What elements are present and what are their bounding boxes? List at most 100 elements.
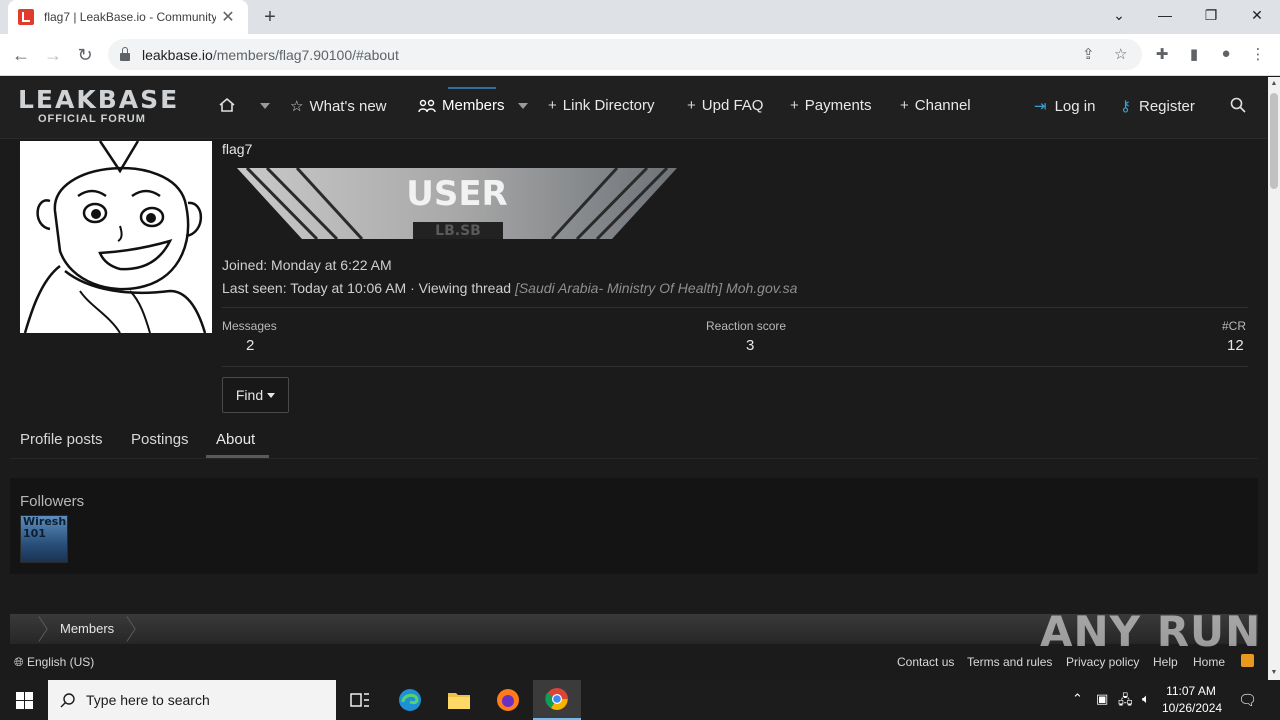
follower-avatar-text: Wiresh 101 (23, 515, 67, 540)
close-tab-icon[interactable]: ✕ (218, 7, 238, 27)
plus-icon: + (900, 97, 909, 114)
nav-payments[interactable]: + Payments (790, 97, 871, 114)
key-icon: ⚷ (1120, 98, 1131, 115)
user-title-banner: USER LB.SB (237, 166, 677, 241)
chrome-taskbar-button[interactable] (533, 680, 581, 720)
anyrun-watermark: ANY RUN (1040, 607, 1262, 656)
firefox-icon (497, 689, 519, 711)
footer-contact-us[interactable]: Contact us (897, 655, 954, 669)
url-text: leakbase.io/members/flag7.90100/#about (142, 46, 399, 63)
rss-icon[interactable] (1241, 654, 1254, 667)
nav-upd-faq[interactable]: + Upd FAQ (687, 97, 763, 114)
windows-logo-icon (15, 691, 33, 709)
new-tab-icon[interactable]: + (258, 6, 282, 30)
breadcrumb-members[interactable]: Members (60, 621, 114, 636)
plus-icon: + (687, 97, 696, 114)
browser-tab-strip: flag7 | LeakBase.io - Community ✕ + ⌄ — … (0, 0, 1280, 34)
site-search-button[interactable] (1230, 97, 1246, 113)
start-button[interactable] (0, 680, 48, 720)
banner-title: USER (406, 174, 508, 214)
members-dropdown-caret-icon[interactable] (518, 103, 528, 109)
share-icon[interactable]: ⇪ (1082, 45, 1095, 63)
follower-avatar[interactable]: Wiresh 101 (20, 515, 68, 563)
find-button[interactable]: Find (222, 377, 289, 413)
register-link[interactable]: ⚷ Register (1120, 97, 1195, 116)
followers-block: Followers Wiresh 101 (10, 478, 1258, 574)
site-logo[interactable]: LEAKBASE OFFICIAL FORUM (18, 87, 179, 126)
scrollbar-thumb[interactable] (1270, 93, 1278, 189)
caret-down-icon (267, 392, 276, 398)
notification-center-icon[interactable]: 🗨︎ (1238, 691, 1257, 709)
taskbar-search-box[interactable]: Type here to search (48, 680, 336, 720)
address-bar[interactable]: leakbase.io/members/flag7.90100/#about ⇪… (108, 39, 1142, 70)
forward-icon[interactable]: → (40, 42, 66, 68)
close-window-icon[interactable]: ✕ (1234, 0, 1280, 30)
firefox-taskbar-button[interactable] (484, 680, 532, 720)
active-nav-indicator (448, 87, 496, 93)
edge-taskbar-button[interactable] (386, 680, 434, 720)
home-nav-link[interactable] (218, 97, 236, 113)
plus-icon: + (548, 97, 557, 114)
show-hidden-icons-chevron[interactable]: ⌃ (1072, 691, 1083, 707)
tab-postings[interactable]: Postings (131, 431, 189, 448)
stat-cr-label: #CR (1222, 319, 1247, 333)
footer-privacy[interactable]: Privacy policy (1066, 655, 1139, 669)
tab-title: flag7 | LeakBase.io - Community (44, 10, 216, 24)
bookmark-star-icon[interactable]: ☆ (1114, 45, 1127, 63)
stat-messages-value[interactable]: 2 (246, 337, 254, 354)
browser-toolbar: ← → ↻ leakbase.io/members/flag7.90100/#a… (0, 34, 1280, 76)
taskbar-clock[interactable]: 11:07 AM 10/26/2024 (1162, 683, 1222, 717)
tab-profile-posts[interactable]: Profile posts (20, 431, 103, 448)
login-link[interactable]: ⇥ Log in (1034, 97, 1095, 116)
chrome-menu-icon[interactable]: ⋮ (1247, 45, 1269, 63)
file-explorer-taskbar-button[interactable] (435, 680, 483, 720)
nav-link-directory[interactable]: + Link Directory (548, 97, 654, 114)
stats-divider-bottom (222, 366, 1248, 367)
task-view-icon (350, 693, 369, 707)
minimize-icon[interactable]: — (1142, 0, 1188, 30)
profile-avatar-icon[interactable]: ● (1215, 45, 1237, 62)
windows-taskbar: Type here to search ⌃ ▣ 🖧︎ 🔈︎ 11:07 AM 1… (0, 680, 1280, 720)
extensions-icon[interactable]: ✚ (1151, 45, 1173, 63)
site-footer: 🌐︎ English (US) Contact us Terms and rul… (0, 652, 1268, 680)
nav-members[interactable]: Members (418, 97, 505, 114)
profile-avatar[interactable] (20, 141, 212, 333)
home-dropdown-caret-icon[interactable] (260, 103, 270, 109)
followers-heading: Followers (20, 493, 85, 510)
stat-cr-value: 12 (1227, 337, 1244, 354)
stat-reaction-label: Reaction score (706, 319, 787, 333)
task-view-button[interactable] (336, 680, 384, 720)
scroll-down-arrow-icon[interactable]: ▼ (1268, 666, 1280, 680)
page-scrollbar[interactable]: ▲ ▼ (1268, 77, 1280, 680)
tab-about[interactable]: About (216, 431, 255, 448)
network-icon[interactable]: 🖧︎ (1118, 691, 1133, 713)
footer-home[interactable]: Home (1193, 655, 1225, 669)
volume-icon[interactable]: 🔈︎ (1142, 691, 1150, 707)
side-panel-icon[interactable]: ▮ (1183, 45, 1205, 63)
search-icon (1230, 97, 1246, 113)
footer-terms[interactable]: Terms and rules (967, 655, 1052, 669)
footer-help[interactable]: Help (1153, 655, 1178, 669)
stats-divider-top (222, 307, 1248, 308)
nav-whats-new[interactable]: ☆ What's new (290, 97, 387, 116)
device-icon[interactable]: ▣ (1096, 691, 1108, 707)
language-chooser[interactable]: 🌐︎ English (US) (14, 655, 94, 670)
reload-icon[interactable]: ↻ (72, 42, 98, 68)
site-navigation: LEAKBASE OFFICIAL FORUM ☆ What's new Mem… (0, 77, 1268, 139)
users-icon (418, 99, 436, 112)
back-icon[interactable]: ← (8, 42, 34, 68)
folder-icon (448, 693, 470, 709)
restore-icon[interactable]: ❐ (1188, 0, 1234, 30)
home-icon (219, 97, 235, 112)
browser-tab[interactable]: flag7 | LeakBase.io - Community ✕ (8, 0, 248, 34)
profile-tabs: Profile posts Postings About (10, 417, 1258, 459)
active-tab-underline (206, 455, 269, 458)
search-placeholder: Type here to search (86, 692, 210, 708)
scroll-up-arrow-icon[interactable]: ▲ (1268, 77, 1280, 91)
nav-channel[interactable]: + Channel (900, 97, 971, 114)
breadcrumb-separator-icon (126, 616, 136, 642)
tab-search-chevron-icon[interactable]: ⌄ (1096, 0, 1142, 30)
last-seen-thread-link[interactable]: [Saudi Arabia- Ministry Of Health] Moh.g… (515, 280, 797, 296)
joined-line: Joined: Monday at 6:22 AM (222, 257, 392, 273)
last-seen-line: Last seen: Today at 10:06 AM · Viewing t… (222, 280, 798, 296)
